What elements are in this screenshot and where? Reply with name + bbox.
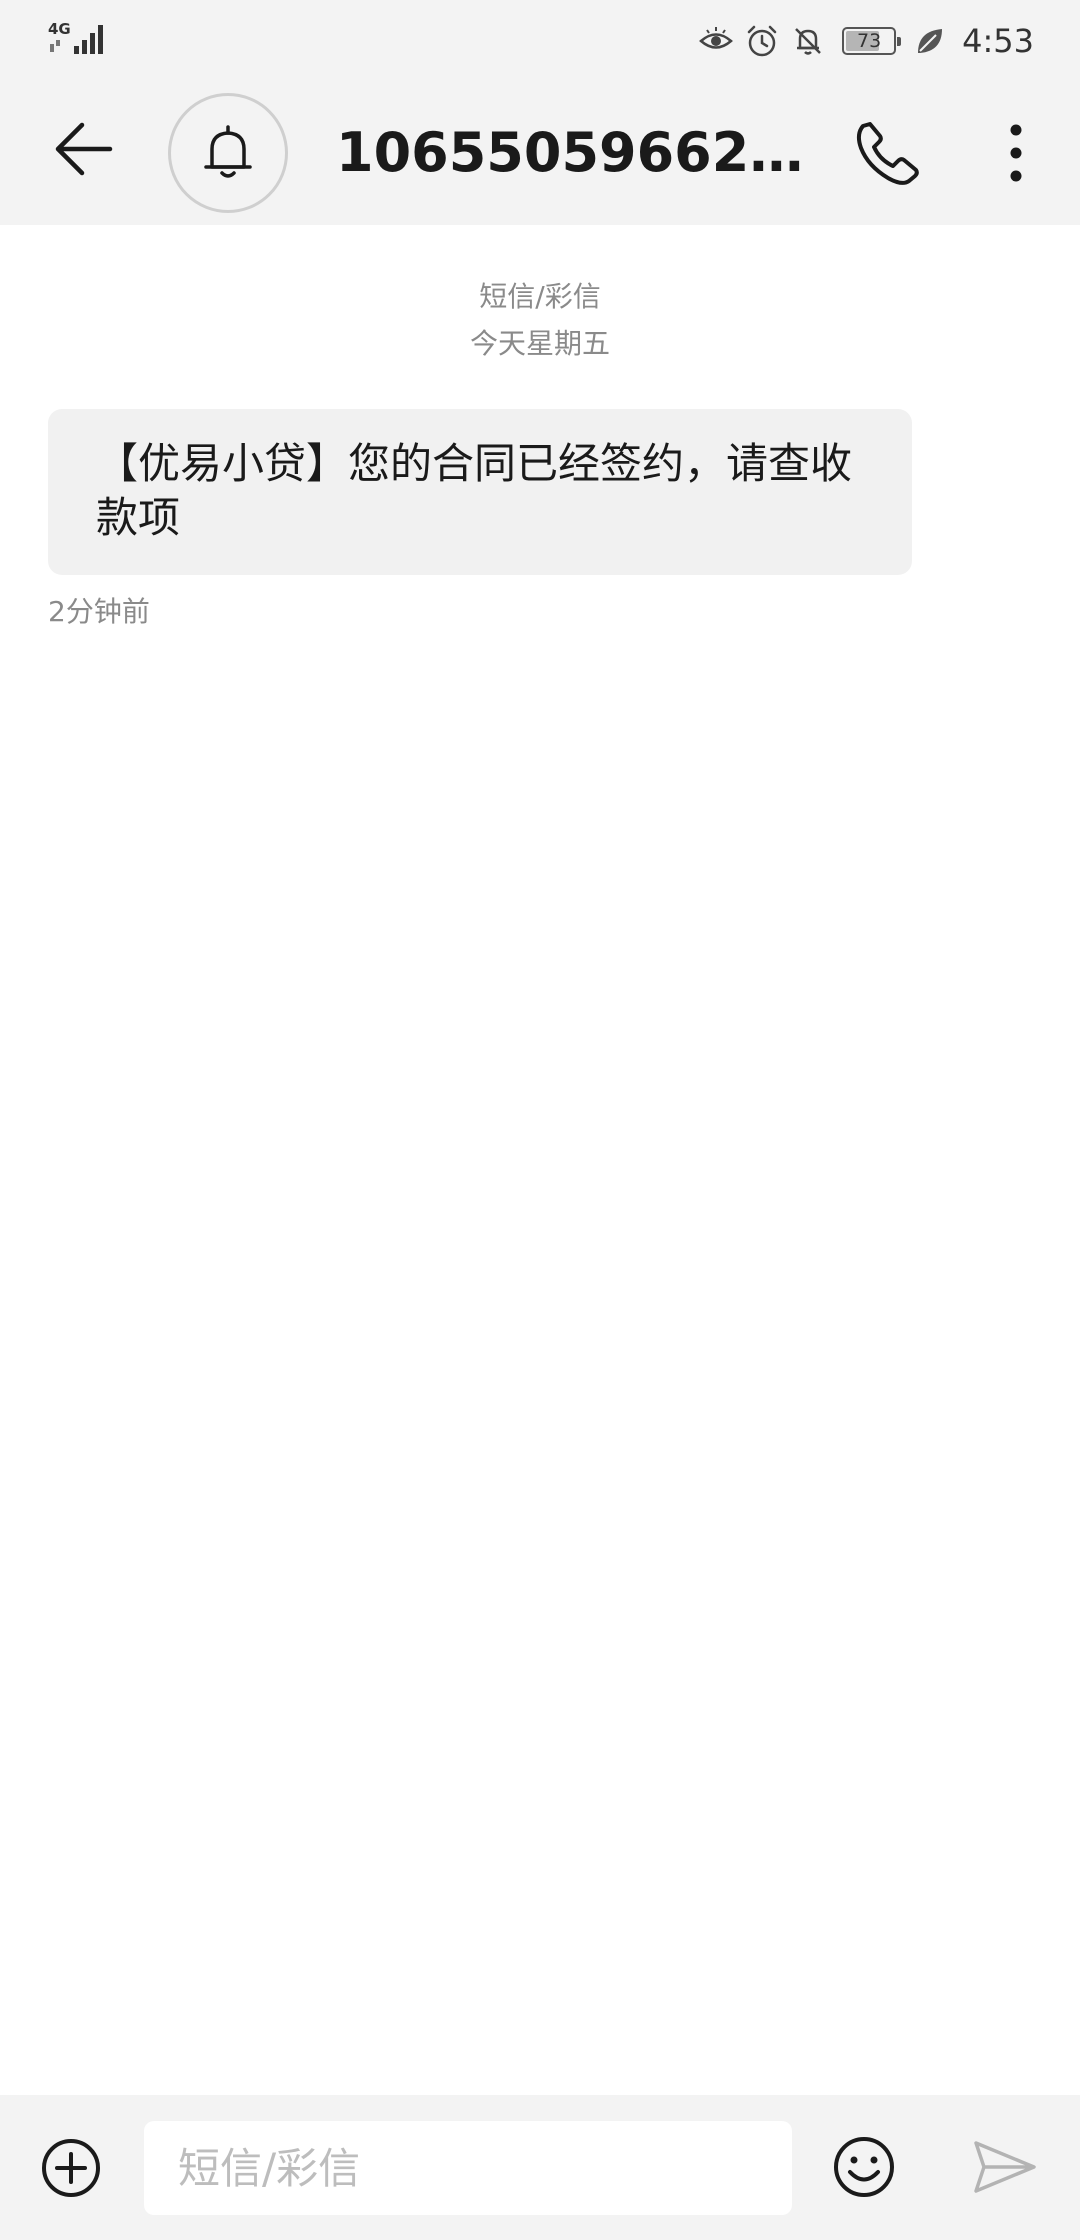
- phone-icon[interactable]: [852, 116, 924, 188]
- signal-bars-icon: [50, 25, 103, 54]
- add-circle-icon[interactable]: [40, 2137, 102, 2199]
- power-saving-leaf-icon: [918, 29, 943, 53]
- eye-comfort-icon: [699, 27, 734, 49]
- emoji-icon[interactable]: [832, 2135, 896, 2199]
- message-composer: [0, 2095, 1080, 2240]
- message-timestamp: 2分钟前: [48, 595, 150, 628]
- bell-icon: [204, 125, 252, 178]
- more-vertical-icon[interactable]: [996, 120, 1036, 186]
- conversation-header: 1065505966222660: [0, 80, 1080, 225]
- conversation-title: 1065505966222660: [336, 121, 816, 184]
- alarm-clock-icon: [747, 25, 777, 57]
- status-bar: 4G 73 4:53: [0, 0, 1080, 80]
- message-type-label: 短信/彩信: [479, 280, 601, 313]
- notifications-off-icon: [795, 28, 822, 55]
- date-separator: 今天星期五: [469, 327, 610, 360]
- message-thread[interactable]: 短信/彩信 今天星期五 【优易小贷】您的合同已经签约，请查收款项 2分钟前: [0, 225, 1080, 2095]
- message-bubble[interactable]: 【优易小贷】您的合同已经签约，请查收款项: [48, 409, 912, 575]
- battery-indicator: 73: [842, 27, 902, 55]
- message-input[interactable]: [144, 2121, 792, 2215]
- back-arrow-icon[interactable]: [50, 116, 116, 182]
- status-icons: 73 4:53: [698, 18, 1034, 64]
- contact-avatar[interactable]: [168, 93, 288, 213]
- signal-indicator: 4G: [48, 20, 104, 60]
- send-icon[interactable]: [972, 2139, 1038, 2195]
- battery-level: 73: [857, 30, 882, 52]
- clock: 4:53: [962, 22, 1034, 60]
